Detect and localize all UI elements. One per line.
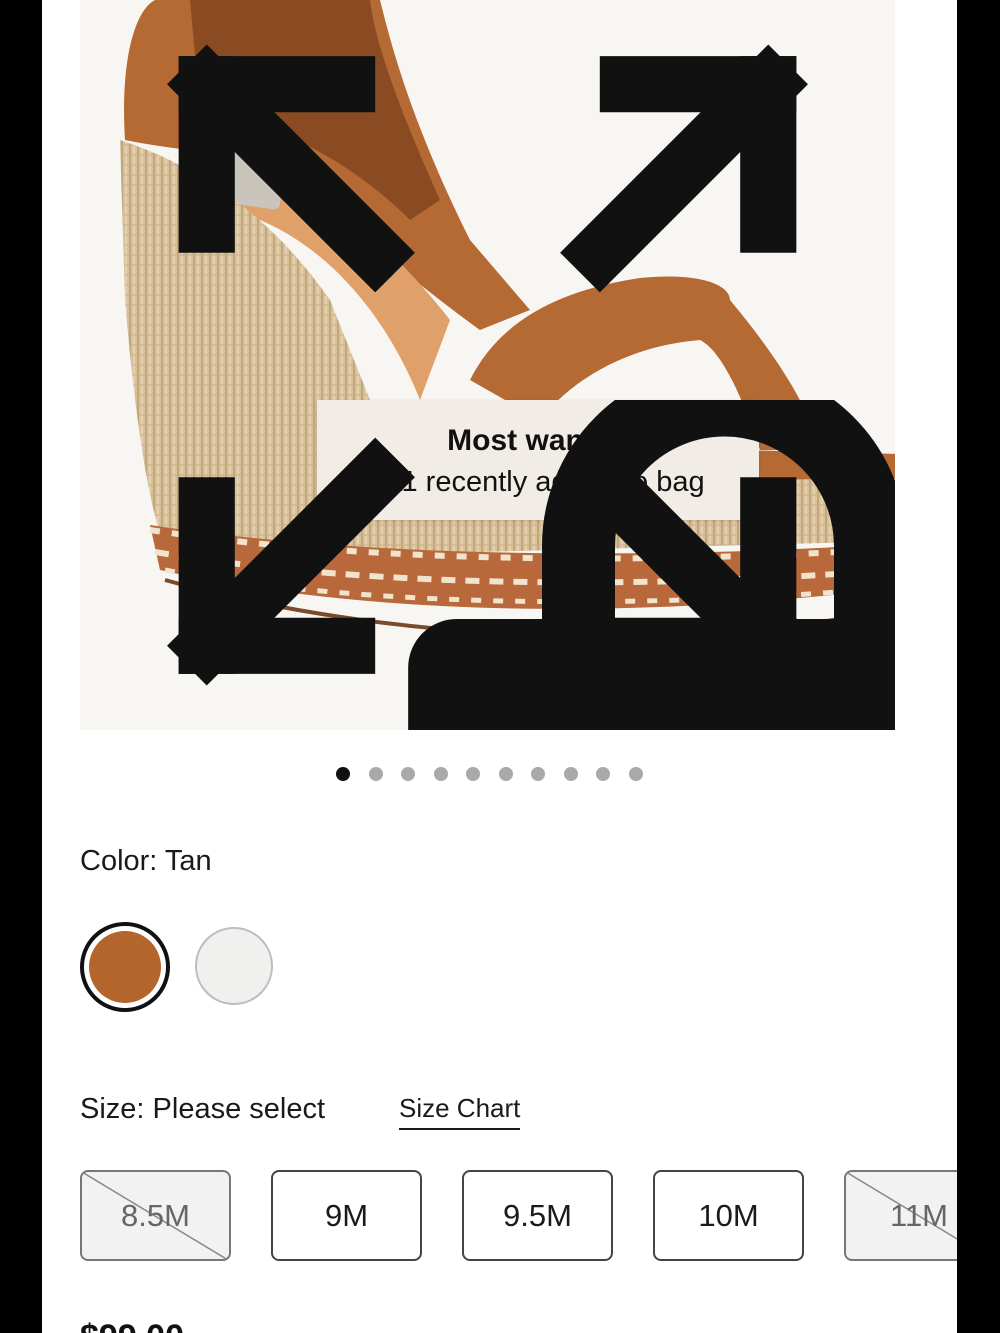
size-option-label: 11M <box>890 1197 949 1233</box>
color-label: Color: Tan <box>80 845 212 878</box>
size-option-label: 9.5M <box>503 1197 572 1233</box>
pager-dot[interactable] <box>401 767 415 781</box>
color-label-value: Tan <box>164 845 212 877</box>
product-page: Most wanted 211 recently added to bag Co… <box>42 0 957 1333</box>
color-label-key: Color: <box>80 845 158 877</box>
size-option-10m[interactable]: 10M <box>653 1170 804 1261</box>
pager-dot[interactable] <box>433 767 448 781</box>
size-option-label: 8.5M <box>121 1197 190 1233</box>
size-option-label: 10M <box>698 1197 759 1233</box>
pager-dot[interactable] <box>531 767 545 781</box>
color-swatch-white[interactable] <box>195 927 273 1005</box>
pager-dot[interactable] <box>466 767 480 781</box>
size-label-value: Please select <box>152 1093 326 1125</box>
color-swatch-tan[interactable] <box>80 922 170 1012</box>
size-option-9-5m[interactable]: 9.5M <box>462 1170 613 1261</box>
pager-dot[interactable] <box>596 767 610 781</box>
swatch-fill <box>89 931 161 1003</box>
size-option-label: 9M <box>324 1197 369 1233</box>
size-option-9m[interactable]: 9M <box>271 1170 422 1261</box>
pager-dot[interactable] <box>563 767 578 781</box>
product-image[interactable]: Most wanted 211 recently added to bag <box>80 0 895 730</box>
pager-dot[interactable] <box>368 767 383 781</box>
size-option-8-5m[interactable]: 8.5M <box>80 1170 231 1261</box>
size-option-11m[interactable]: 11M <box>844 1170 957 1261</box>
size-label-key: Size: <box>80 1093 145 1125</box>
price: $99.00 <box>80 1318 184 1333</box>
image-pager <box>336 767 643 781</box>
expand-arrows-icon[interactable] <box>80 0 895 730</box>
pager-dot[interactable] <box>498 767 513 781</box>
pager-dot[interactable] <box>336 767 350 781</box>
pager-dot[interactable] <box>628 767 643 781</box>
size-chart-link[interactable]: Size Chart <box>399 1093 521 1130</box>
size-label: Size: Please select <box>80 1093 325 1126</box>
